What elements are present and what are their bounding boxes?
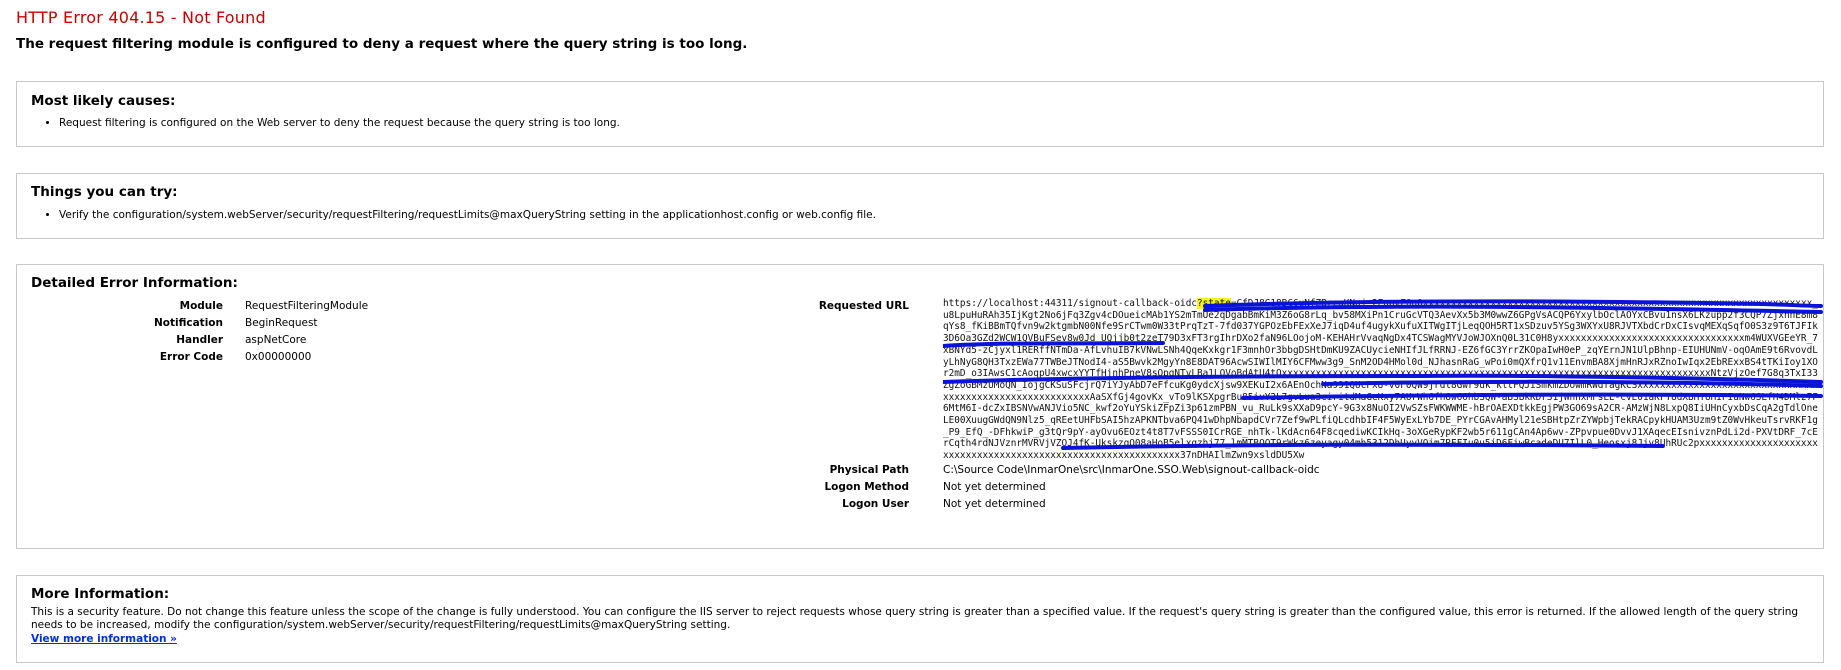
more-info-body: This is a security feature. Do not chang… [31, 606, 1801, 646]
field-label: Requested URL [818, 300, 909, 312]
section-heading: Detailed Error Information: [31, 275, 238, 291]
table-row: Notification BeginRequest [31, 315, 368, 332]
more-info-text: This is a security feature. Do not chang… [31, 606, 1799, 631]
field-label: Handler [176, 334, 223, 346]
field-value: 0x00000000 [245, 351, 312, 363]
field-label: Physical Path [829, 463, 909, 476]
request-info-table: Requested URL https://localhost:44311/si… [617, 298, 1823, 513]
section-heading: More Information: [31, 586, 170, 602]
table-row: Logon User Not yet determined [617, 496, 1823, 513]
table-row: Error Code 0x00000000 [31, 349, 368, 366]
table-row: Handler aspNetCore [31, 332, 368, 349]
highlighted-state-param: ?state [1197, 298, 1231, 309]
field-label: Logon User [842, 497, 909, 510]
field-value: BeginRequest [245, 317, 318, 329]
field-value: C:\Source Code\InmarOne\src\InmarOne.SSO… [943, 463, 1320, 476]
requested-url-value: https://localhost:44311/signout-callback… [943, 298, 1823, 462]
url-query: =CfDJ8G18BC6uNfZBrzaKNoj_2EgpvFQq0xxxxxx… [943, 298, 1818, 462]
more-information-section: More Information: This is a security fea… [16, 575, 1824, 663]
list-item: Verify the configuration/system.webServe… [59, 208, 876, 222]
section-heading: Things you can try: [31, 184, 178, 200]
field-value: RequestFilteringModule [245, 300, 369, 312]
requested-url-cell: https://localhost:44311/signout-callback… [943, 298, 1823, 462]
try-list: Verify the configuration/system.webServe… [31, 208, 876, 222]
table-row: Physical Path C:\Source Code\InmarOne\src… [617, 462, 1823, 479]
error-subtitle: The request filtering module is configur… [16, 36, 748, 52]
error-info-table: Module RequestFilteringModule Notificatio… [31, 298, 368, 366]
things-to-try-section: Things you can try: Verify the configura… [16, 173, 1824, 239]
field-value: Not yet determined [943, 480, 1046, 493]
table-row: Logon Method Not yet determined [617, 479, 1823, 496]
field-value: aspNetCore [245, 334, 307, 346]
list-item: Request filtering is configured on the W… [59, 116, 620, 130]
field-label: Notification [153, 317, 223, 329]
most-likely-causes-section: Most likely causes: Request filtering is… [16, 81, 1824, 147]
page-header: HTTP Error 404.15 - Not Found The reques… [0, 0, 1841, 70]
field-label: Logon Method [824, 480, 909, 493]
table-row: Module RequestFilteringModule [31, 298, 368, 315]
detailed-error-section: Detailed Error Information: Module Reques… [16, 264, 1824, 549]
section-heading: Most likely causes: [31, 93, 176, 109]
causes-list: Request filtering is configured on the W… [31, 116, 620, 130]
error-title: HTTP Error 404.15 - Not Found [16, 8, 266, 27]
field-label: Module [179, 300, 223, 312]
view-more-information-link[interactable]: View more information » [31, 633, 1801, 646]
table-row: Requested URL https://localhost:44311/si… [617, 298, 1823, 462]
field-label: Error Code [159, 351, 223, 363]
url-prefix: https://localhost:44311/signout-callback… [943, 298, 1197, 309]
field-value: Not yet determined [943, 497, 1046, 510]
